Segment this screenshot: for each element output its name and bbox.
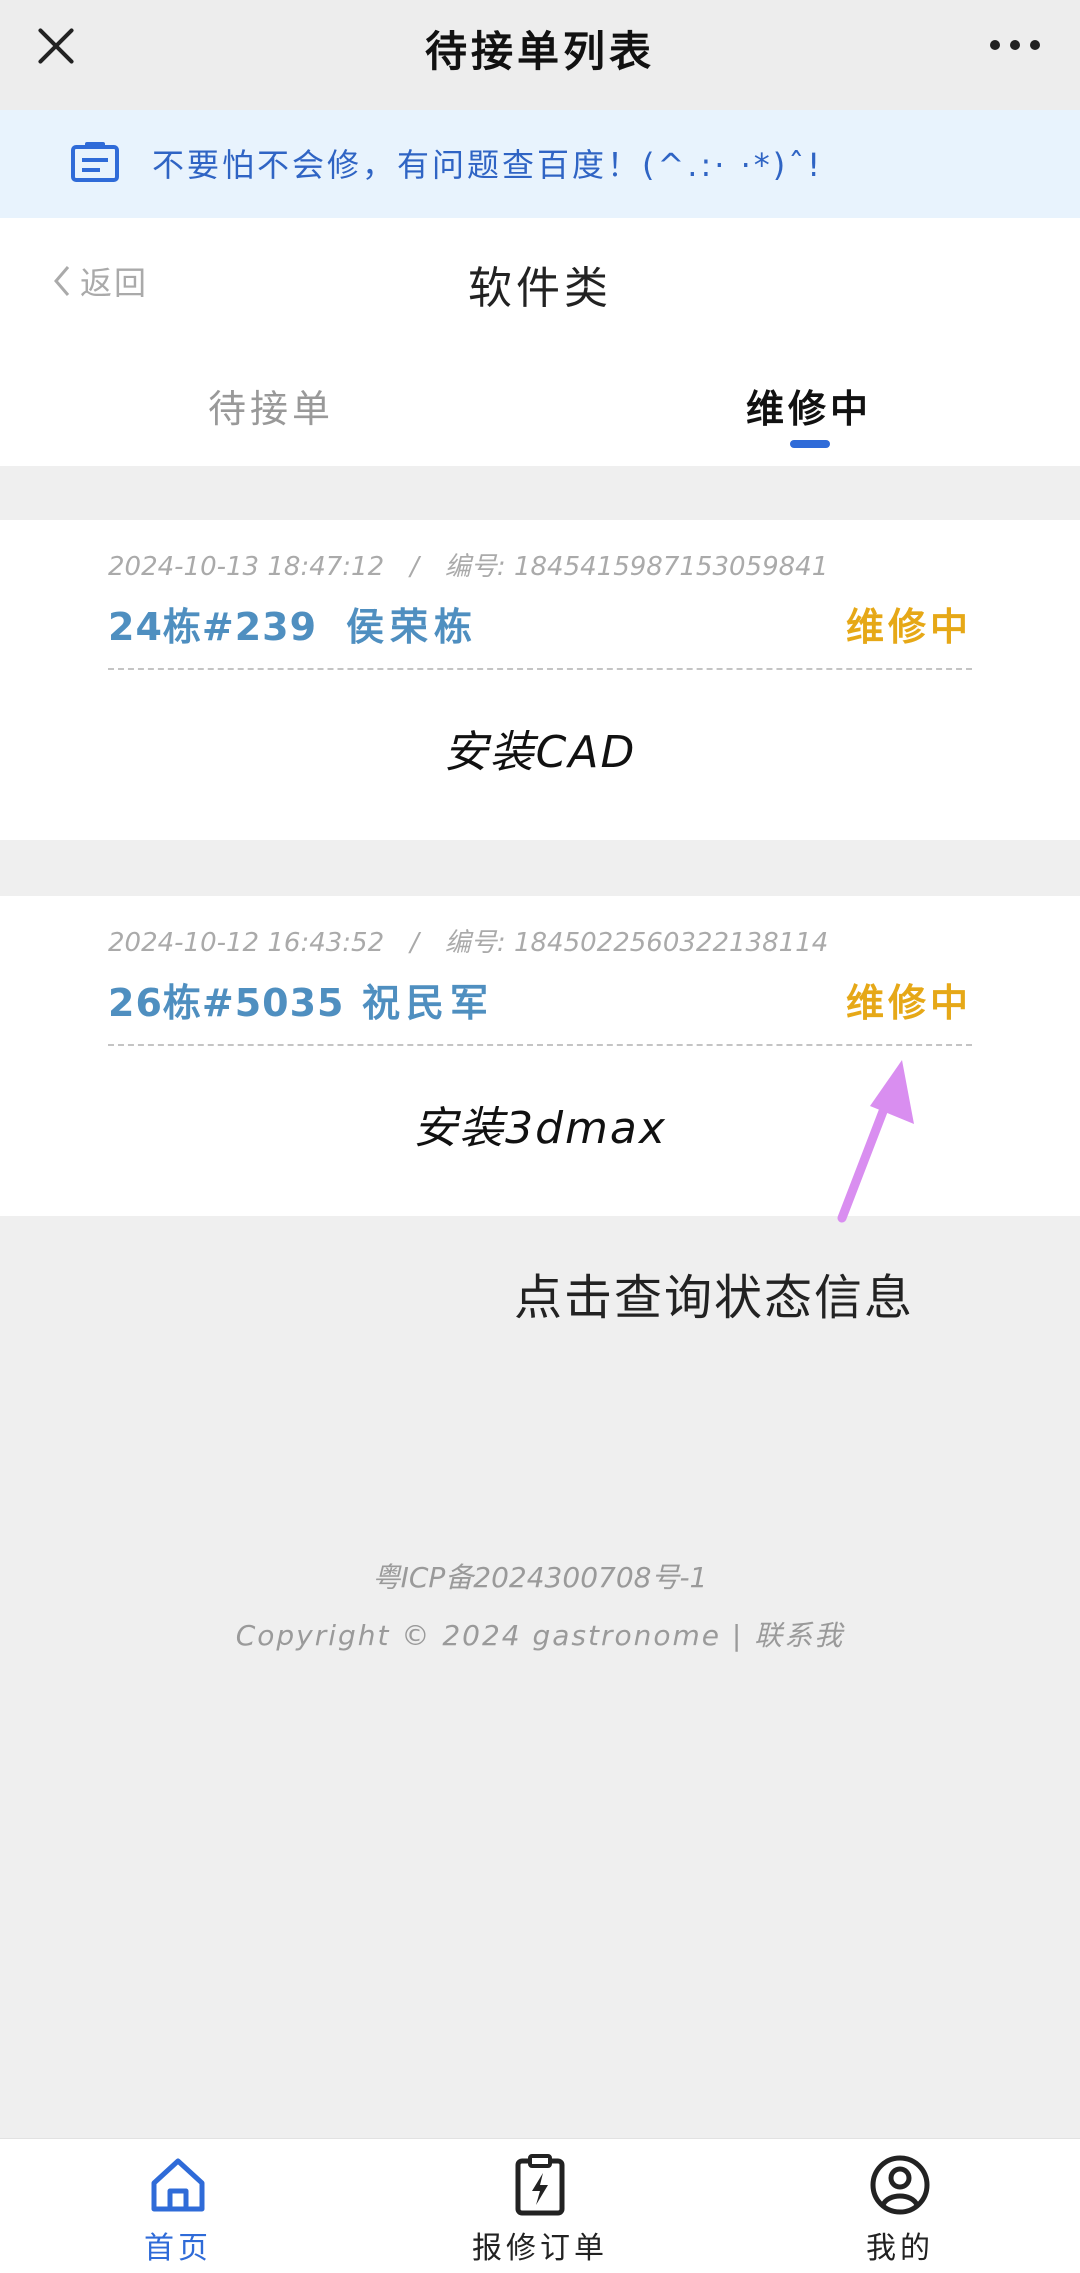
- meta-separator: /: [410, 928, 419, 958]
- icp-record[interactable]: 粤ICP备2024300708号-1: [0, 1556, 1080, 1596]
- order-customer-name: 祝民军: [362, 981, 495, 1025]
- order-status-badge: 维修中: [845, 981, 972, 1025]
- page-header: 返回 软件类: [0, 218, 1080, 342]
- nav-mine-label: 我的: [866, 2231, 934, 2266]
- annotation-text: 点击查询状态信息: [514, 1270, 915, 1326]
- order-number: 1845415987153059841: [513, 552, 829, 582]
- order-status-badge: 维修中: [845, 605, 972, 649]
- order-location: 24栋#239: [108, 605, 318, 649]
- order-number-label: 编号:: [444, 928, 506, 958]
- home-icon: [151, 2158, 205, 2212]
- notice-card-icon: [71, 142, 119, 182]
- meta-separator: /: [410, 552, 419, 582]
- order-meta: 2024-10-12 16:43:52 / 编号: 1845022560322138…: [108, 922, 828, 959]
- order-datetime: 2024-10-12 16:43:52: [108, 928, 385, 958]
- notice-banner: 不要怕不会修，有问题查百度！(^.:· ·*)ˆ!: [0, 110, 1080, 218]
- user-circle-icon: [870, 2155, 930, 2215]
- card-divider: [108, 668, 972, 670]
- page-title: 软件类: [468, 263, 612, 314]
- order-customer-name: 侯荣栋: [346, 605, 479, 649]
- top-bar: 待接单列表: [0, 0, 1080, 110]
- tab-bar: 待接单 维修中: [0, 342, 1080, 466]
- contact-link[interactable]: 联系我: [754, 1619, 844, 1652]
- nav-orders-label: 报修订单: [472, 2231, 608, 2266]
- tab-in-repair[interactable]: 维修中: [746, 378, 872, 433]
- window-title: 待接单列表: [424, 27, 655, 76]
- copyright-text: Copyright © 2024 gastronome: [235, 1619, 722, 1652]
- nav-home-label: 首页: [144, 2231, 212, 2266]
- clipboard-bolt-icon: [515, 2154, 565, 2216]
- more-options-icon[interactable]: [990, 40, 1040, 50]
- copyright-line: Copyright © 2024 gastronome | 联系我: [0, 1614, 1080, 1654]
- footer-divider: |: [731, 1619, 744, 1652]
- order-datetime: 2024-10-13 18:47:12: [108, 552, 385, 582]
- order-number: 1845022560322138114: [513, 928, 829, 958]
- tab-pending[interactable]: 待接单: [208, 378, 334, 433]
- nav-orders[interactable]: 报修订单: [420, 2153, 660, 2267]
- order-number-label: 编号:: [444, 552, 506, 582]
- nav-home[interactable]: 首页: [58, 2153, 298, 2267]
- annotation-arrow-icon: [837, 1060, 914, 1223]
- card-divider: [108, 1044, 972, 1046]
- notice-text: 不要怕不会修，有问题查百度！(^.:· ·*)ˆ!: [152, 146, 824, 184]
- order-meta: 2024-10-13 18:47:12 / 编号: 1845415987153059…: [108, 546, 828, 583]
- nav-mine[interactable]: 我的: [780, 2153, 1020, 2267]
- active-tab-indicator: [790, 440, 830, 448]
- order-task: 安装CAD: [443, 727, 637, 778]
- order-card[interactable]: 2024-10-13 18:47:12 / 编号: 1845415987153059…: [0, 520, 1080, 840]
- order-location: 26栋#5035: [108, 981, 345, 1025]
- bottom-nav: 首页 报修订单 我的: [0, 2138, 1080, 2273]
